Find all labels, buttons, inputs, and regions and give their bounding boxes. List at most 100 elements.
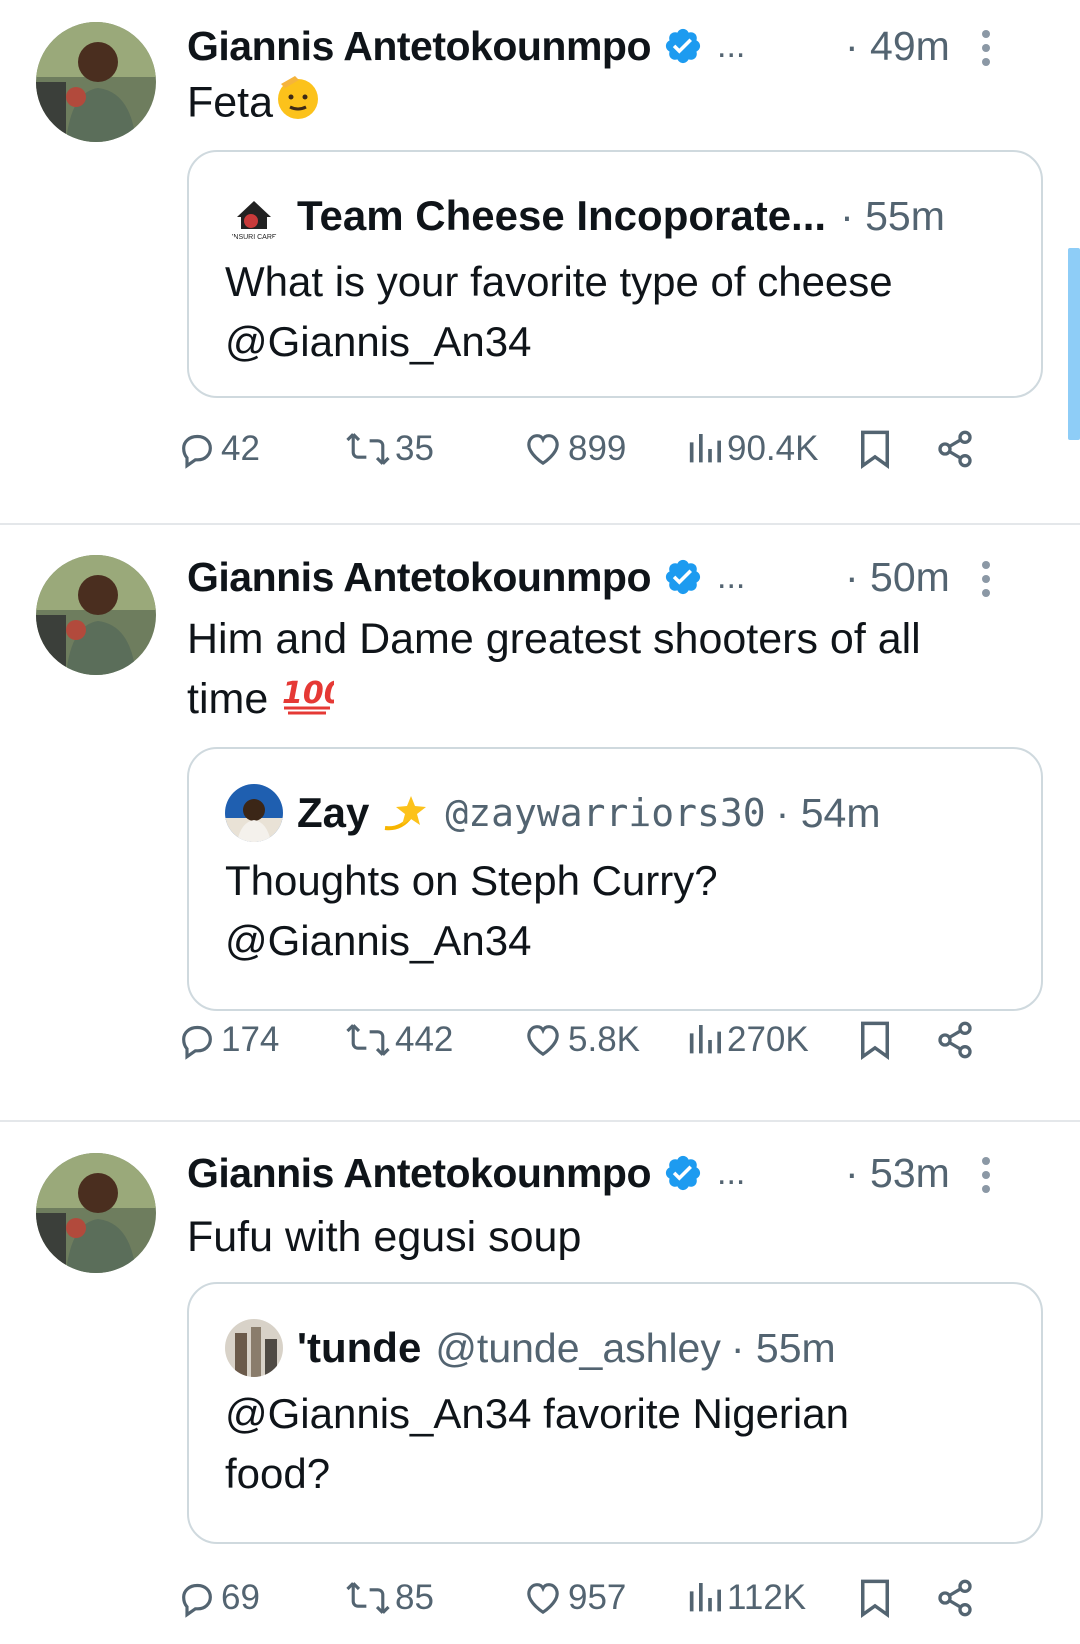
tweet-1[interactable]: Giannis Antetokounmpo ... · 49m Feta INS… — [0, 0, 1080, 502]
hundred-points-icon: 100 — [280, 671, 345, 733]
name-truncation: ... — [717, 557, 746, 596]
tweet-text: Him and Dame greatest shooters of all ti… — [187, 609, 970, 733]
tweet-time[interactable]: · 53m — [845, 1150, 950, 1197]
more-options-icon[interactable] — [980, 559, 992, 599]
tweet-header: Giannis Antetokounmpo ... · 53m — [187, 1147, 1040, 1199]
tweet-time[interactable]: · 49m — [845, 23, 950, 70]
repost-count: 35 — [395, 429, 434, 468]
tweet-header: Giannis Antetokounmpo ... · 49m — [187, 20, 1040, 72]
quote-header: 'tunde @tunde_ashley · 55m — [225, 1318, 836, 1378]
like-button[interactable]: 5.8K — [522, 1015, 640, 1065]
quote-text: @Giannis_An34 favorite Nigerian food? — [225, 1390, 849, 1497]
reply-icon — [182, 1025, 212, 1060]
quote-author-name: Team Cheese Incoporate... — [297, 192, 827, 239]
share-button[interactable] — [935, 1573, 979, 1623]
share-icon — [938, 1579, 972, 1617]
heart-icon — [527, 1025, 559, 1057]
name-truncation: ... — [717, 1153, 746, 1192]
share-button[interactable] — [935, 1015, 979, 1065]
quoted-tweet[interactable]: Zay @zaywarriors30 · 54m Thoughts on Ste… — [187, 747, 1043, 1011]
like-button[interactable]: 957 — [522, 1573, 626, 1623]
view-count: 112K — [727, 1578, 807, 1617]
tweet-3[interactable]: Giannis Antetokounmpo ... · 53m Fufu wit… — [0, 1127, 1080, 1644]
author-name[interactable]: Giannis Antetokounmpo — [187, 1150, 652, 1197]
quote-author-name: Zay — [297, 789, 370, 836]
like-count: 899 — [568, 429, 627, 468]
heart-icon — [527, 434, 559, 466]
more-options-icon[interactable] — [980, 1155, 992, 1195]
quote-handle: @zaywarriors30 — [445, 791, 766, 835]
author-avatar[interactable] — [36, 1153, 156, 1273]
repost-icon — [346, 1024, 390, 1056]
verified-badge-icon — [663, 1153, 703, 1193]
author-name[interactable]: Giannis Antetokounmpo — [187, 554, 652, 601]
quote-text: What is your favorite type of cheese @Gi… — [225, 258, 893, 365]
view-count: 270K — [727, 1020, 809, 1059]
reply-icon — [182, 1583, 212, 1618]
svg-text:100: 100 — [282, 676, 334, 711]
bookmark-icon — [861, 1021, 889, 1061]
tweet-time[interactable]: · 50m — [845, 554, 950, 601]
quote-avatar — [225, 784, 283, 842]
bookmark-button[interactable] — [857, 424, 897, 474]
analytics-icon — [689, 434, 721, 463]
quote-time: · 55m — [730, 1324, 836, 1371]
author-avatar[interactable] — [36, 22, 156, 142]
bookmark-icon — [861, 1579, 889, 1619]
verified-badge-icon — [663, 557, 703, 597]
quote-time: · 54m — [775, 789, 881, 836]
share-icon — [938, 430, 972, 468]
repost-count: 85 — [395, 1578, 434, 1617]
repost-button[interactable]: 442 — [345, 1015, 453, 1065]
tweet-divider — [0, 523, 1080, 525]
tweet-actions: 174 442 5.8K 270K — [182, 1015, 1047, 1065]
repost-button[interactable]: 35 — [345, 424, 434, 474]
tweet-divider — [0, 1120, 1080, 1122]
tweet-text: Feta — [187, 72, 1020, 138]
quoted-tweet[interactable]: INSURI CARE Team Cheese Incoporate... · … — [187, 150, 1043, 398]
tweet-text-content: Feta — [187, 78, 274, 127]
share-icon — [938, 1021, 972, 1059]
reply-count: 69 — [221, 1578, 260, 1617]
like-button[interactable]: 899 — [522, 424, 626, 474]
quote-handle: @tunde_ashley — [435, 1324, 721, 1371]
reply-count: 174 — [221, 1020, 280, 1059]
more-options-icon[interactable] — [980, 28, 992, 68]
views-button[interactable]: 112K — [687, 1573, 806, 1623]
dizzy-icon — [381, 790, 431, 836]
reply-button[interactable]: 69 — [177, 1573, 260, 1623]
like-count: 957 — [568, 1578, 627, 1617]
quote-header: Zay @zaywarriors30 · 54m — [225, 783, 880, 843]
reply-icon — [182, 434, 212, 469]
reply-count: 42 — [221, 429, 260, 468]
reply-button[interactable]: 42 — [177, 424, 260, 474]
repost-icon — [346, 1582, 390, 1614]
views-button[interactable]: 270K — [687, 1015, 809, 1065]
share-button[interactable] — [935, 424, 979, 474]
reply-button[interactable]: 174 — [177, 1015, 279, 1065]
tweet-2[interactable]: Giannis Antetokounmpo ... · 50m Him and … — [0, 531, 1080, 1121]
verified-badge-icon — [663, 26, 703, 66]
quote-author-name: 'tunde — [297, 1324, 422, 1371]
quote-text: Thoughts on Steph Curry? @Giannis_An34 — [225, 857, 718, 964]
bookmark-button[interactable] — [857, 1015, 897, 1065]
like-count: 5.8K — [568, 1020, 640, 1059]
quoted-tweet[interactable]: 'tunde @tunde_ashley · 55m @Giannis_An34… — [187, 1282, 1043, 1544]
quote-time: · 55m — [840, 192, 945, 239]
bookmark-icon — [861, 430, 889, 470]
quote-avatar — [225, 1319, 283, 1377]
views-button[interactable]: 90.4K — [687, 424, 818, 474]
tweet-actions: 69 85 957 112K — [182, 1573, 1047, 1623]
analytics-icon — [689, 1583, 721, 1612]
author-name[interactable]: Giannis Antetokounmpo — [187, 23, 652, 70]
quote-avatar: INSURI CARE — [225, 187, 283, 245]
quote-header: INSURI CARE Team Cheese Incoporate... · … — [225, 186, 945, 246]
bookmark-button[interactable] — [857, 1573, 897, 1623]
repost-button[interactable]: 85 — [345, 1573, 434, 1623]
tweet-header: Giannis Antetokounmpo ... · 50m — [187, 551, 1040, 603]
analytics-icon — [689, 1025, 721, 1054]
author-avatar[interactable] — [36, 555, 156, 675]
heart-icon — [527, 1583, 559, 1615]
svg-text:INSURI CARE: INSURI CARE — [231, 234, 276, 241]
saluting-face-icon — [273, 72, 323, 138]
